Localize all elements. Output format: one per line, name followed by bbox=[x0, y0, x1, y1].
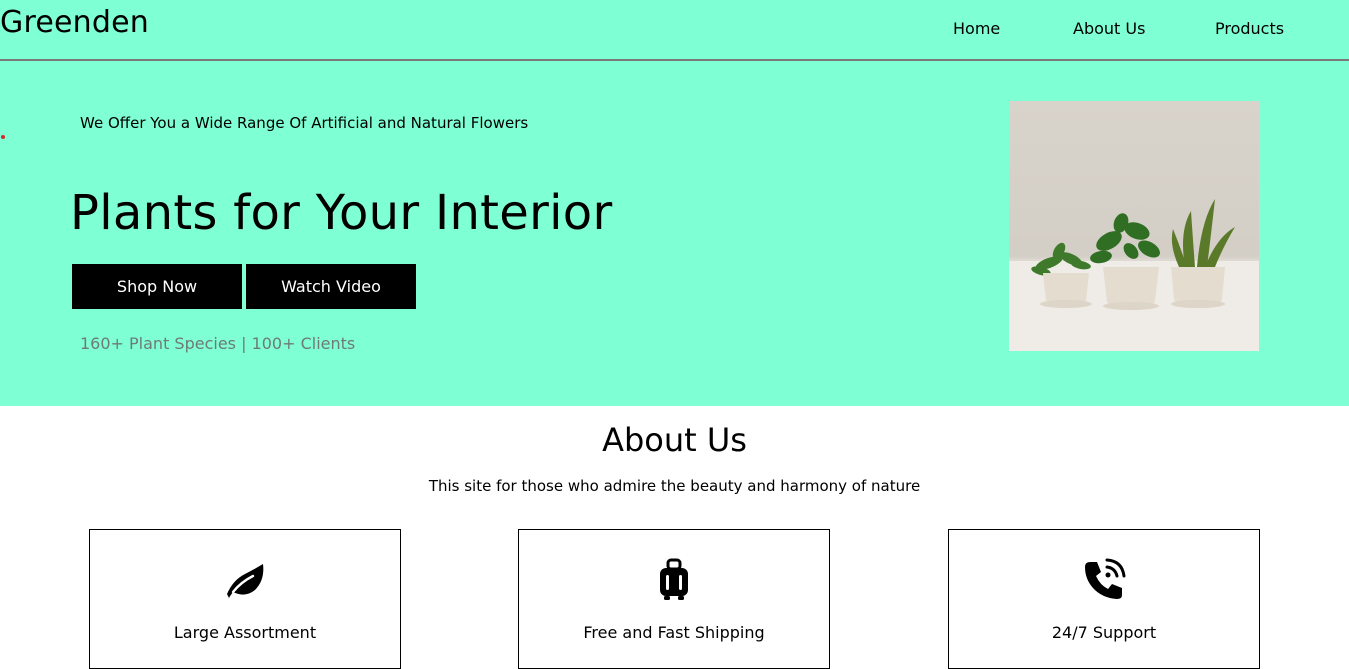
hero-stats: 160+ Plant Species | 100+ Clients bbox=[80, 334, 356, 353]
feature-title: Free and Fast Shipping bbox=[583, 623, 765, 642]
main-nav: Home About Us Products bbox=[929, 18, 1349, 42]
decorative-dot bbox=[1, 135, 5, 139]
watch-video-button[interactable]: Watch Video bbox=[246, 264, 416, 309]
nav-link-products[interactable]: Products bbox=[1215, 18, 1284, 40]
hero-section: We Offer You a Wide Range Of Artificial … bbox=[0, 61, 1349, 406]
shop-now-button[interactable]: Shop Now bbox=[72, 264, 242, 309]
hero-tagline: We Offer You a Wide Range Of Artificial … bbox=[80, 114, 529, 132]
feature-title: 24/7 Support bbox=[1051, 623, 1157, 642]
about-subtitle: This site for those who admire the beaut… bbox=[428, 477, 921, 495]
logo[interactable]: Greenden bbox=[0, 4, 149, 42]
feature-card-free-shipping: Free and Fast Shipping bbox=[518, 529, 830, 669]
nav-link-about-us[interactable]: About Us bbox=[1073, 18, 1145, 40]
hero-title: Plants for Your Interior bbox=[70, 185, 613, 241]
phone-call-icon bbox=[1082, 558, 1126, 602]
site-header: Greenden Home About Us Products bbox=[0, 0, 1349, 61]
nav-link-home[interactable]: Home bbox=[953, 18, 1000, 40]
potted-plants-image bbox=[1009, 101, 1259, 351]
feature-card-support: 24/7 Support bbox=[948, 529, 1260, 669]
feature-card-large-assortment: Large Assortment bbox=[89, 529, 401, 669]
potted-plants-illustration bbox=[1009, 199, 1259, 351]
luggage-icon bbox=[652, 558, 696, 602]
leaf-icon bbox=[223, 558, 267, 602]
about-title: About Us bbox=[602, 421, 747, 459]
feature-title: Large Assortment bbox=[173, 623, 317, 642]
